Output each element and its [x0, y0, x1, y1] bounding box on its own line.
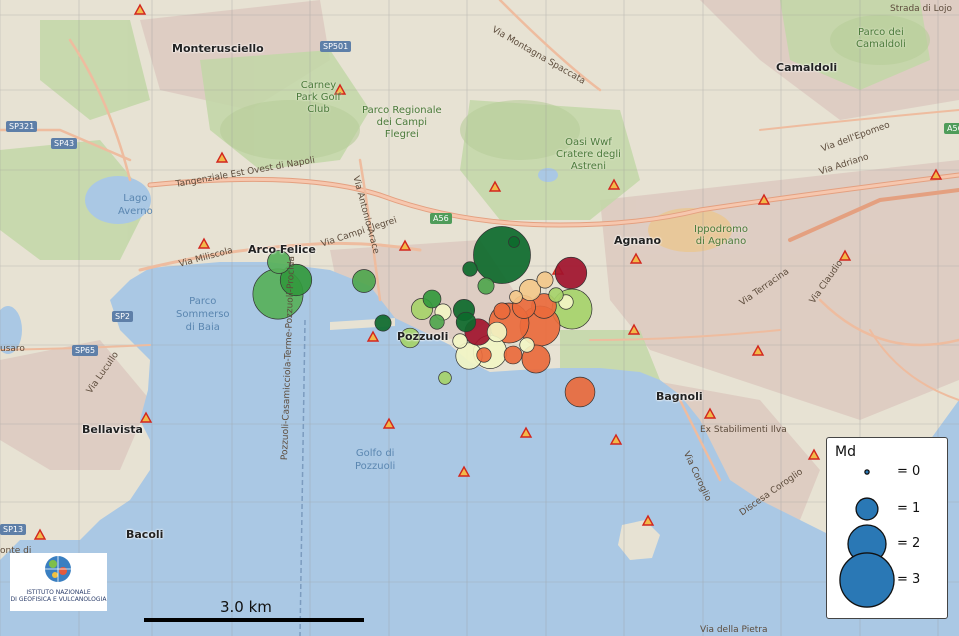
- poi-label: Oasi Wwf Cratere degli Astreni: [556, 137, 621, 172]
- earthquake-event-marker[interactable]: [564, 376, 596, 408]
- edge-label: usaro: [0, 344, 25, 354]
- road-shield: SP13: [0, 524, 27, 535]
- edge-label: Via della Pietra: [700, 625, 768, 635]
- legend: Md = 0 = 1 = 2 = 3: [826, 437, 948, 619]
- earthquake-event-marker[interactable]: [548, 287, 564, 303]
- water-label: Parco Sommerso di Baia: [176, 296, 230, 333]
- scale-label: 3.0 km: [220, 598, 272, 616]
- earthquake-event-marker[interactable]: [462, 261, 478, 277]
- globe-icon: [45, 556, 71, 582]
- poi-label: Parco dei Camaldoli: [856, 27, 906, 50]
- legend-marker-md-3: [839, 552, 895, 608]
- place-label: Bagnoli: [656, 390, 703, 403]
- earthquake-event-marker[interactable]: [554, 256, 588, 290]
- road-shield: SP43: [51, 138, 78, 149]
- earthquake-event-marker[interactable]: [452, 333, 468, 349]
- water-label: Golfo di Pozzuoli: [355, 448, 396, 472]
- earthquake-event-marker[interactable]: [477, 277, 495, 295]
- legend-label-md-0: = 0: [897, 464, 921, 479]
- logo-text: ISTITUTO NAZIONALE DI GEOFISICA E VULCAN…: [10, 589, 107, 603]
- earthquake-event-marker[interactable]: [473, 226, 531, 284]
- road-shield: SP321: [6, 121, 38, 132]
- earthquake-event-marker[interactable]: [508, 236, 520, 248]
- legend-marker-md-0: [864, 469, 870, 475]
- earthquake-event-marker[interactable]: [536, 271, 554, 289]
- legend-label-md-3: = 3: [897, 572, 921, 587]
- earthquake-event-marker[interactable]: [438, 371, 452, 385]
- earthquake-event-marker[interactable]: [503, 345, 523, 365]
- scale-bar: [144, 618, 364, 622]
- earthquake-event-marker[interactable]: [509, 290, 523, 304]
- water-label: Lago Averno: [118, 193, 153, 217]
- place-label: Bellavista: [82, 423, 143, 436]
- road-shield: A56: [944, 123, 959, 134]
- earthquake-event-marker[interactable]: [352, 269, 376, 293]
- road-shield: SP501: [320, 41, 352, 52]
- earthquake-event-marker[interactable]: [374, 314, 392, 332]
- place-label: Agnano: [614, 234, 662, 247]
- earthquake-event-marker[interactable]: [429, 314, 445, 330]
- earthquake-event-marker[interactable]: [455, 311, 477, 333]
- place-label: Camaldoli: [776, 61, 838, 74]
- legend-label-md-2: = 2: [897, 536, 921, 551]
- poi-label: Carney Park Golf Club: [296, 80, 341, 115]
- place-label: Pozzuoli: [397, 330, 449, 343]
- place-label: Arco Felice: [248, 243, 316, 256]
- legend-markers: [839, 469, 895, 608]
- road-shield: SP65: [72, 345, 99, 356]
- edge-label: Strada di Lojo: [890, 4, 952, 14]
- earthquake-event-marker[interactable]: [493, 302, 511, 320]
- legend-label-md-1: = 1: [897, 501, 921, 516]
- poi-label: Parco Regionale dei Campi Flegrei: [362, 105, 442, 140]
- ingv-logo: ISTITUTO NAZIONALE DI GEOFISICA E VULCAN…: [10, 553, 107, 611]
- road-shield: A56: [430, 213, 452, 224]
- road-shield: SP2: [112, 311, 133, 322]
- earthquake-event-marker[interactable]: [476, 347, 492, 363]
- poi-label: Ippodromo di Agnano: [694, 224, 748, 247]
- earthquake-event-marker[interactable]: [486, 321, 508, 343]
- earthquake-event-marker[interactable]: [519, 337, 535, 353]
- place-label: Bacoli: [126, 528, 164, 541]
- road-label: Ex Stabilimenti Ilva: [700, 425, 787, 435]
- legend-marker-md-1: [855, 497, 879, 521]
- place-label: Monterusciello: [172, 42, 264, 55]
